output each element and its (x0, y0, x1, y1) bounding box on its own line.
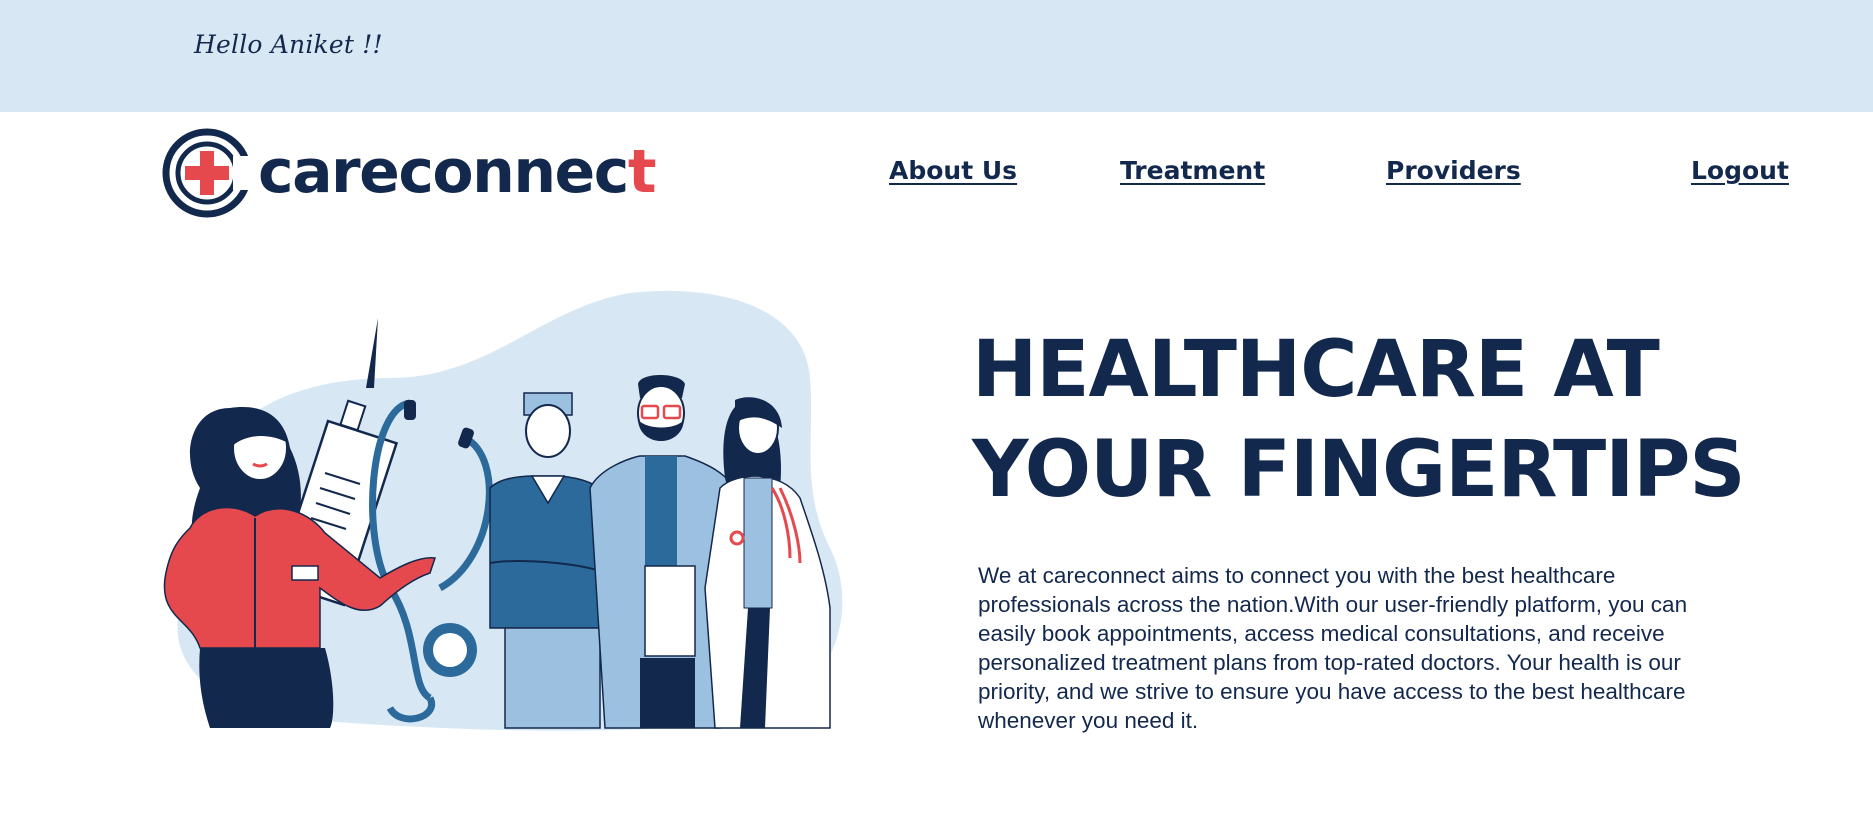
medical-cross-icon (162, 128, 255, 218)
brand-name-main: careconnec (258, 137, 629, 207)
hero-title-line-1: HEALTHCARE AT (972, 325, 1660, 415)
hero-description: We at careconnect aims to connect you wi… (978, 562, 1688, 733)
nav-logout[interactable]: Logout (1691, 156, 1789, 185)
nav-treatment[interactable]: Treatment (1120, 156, 1265, 185)
greeting-text: Hello Aniket !! (194, 30, 383, 59)
medical-team-illustration (163, 290, 843, 731)
hero-title: HEALTHCARE AT YOUR FINGERTIPS (972, 320, 1746, 520)
brand-name-last: t (627, 137, 657, 207)
brand-logo[interactable]: careconnect (161, 126, 657, 220)
nav-providers[interactable]: Providers (1386, 156, 1521, 185)
female-doctor-character (704, 397, 831, 729)
hero-title-line-2: YOUR FINGERTIPS (972, 425, 1746, 515)
top-bar: Hello Aniket !! (0, 0, 1873, 112)
nav-about-us[interactable]: About Us (889, 156, 1017, 185)
brand-name: careconnect (258, 132, 657, 212)
